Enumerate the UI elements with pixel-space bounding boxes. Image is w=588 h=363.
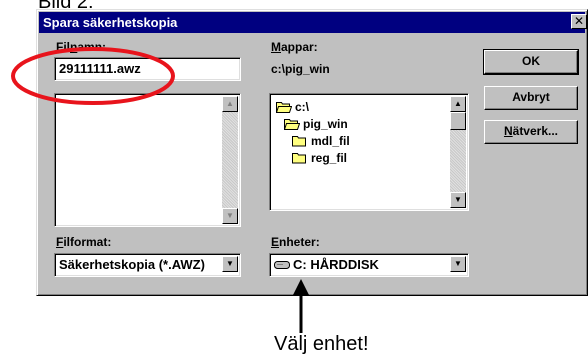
bottom-caption: Välj enhet! xyxy=(274,333,369,355)
annotation-arrow-head xyxy=(293,279,309,295)
annotation-overlay xyxy=(11,47,309,333)
highlight-ellipse xyxy=(11,47,175,105)
